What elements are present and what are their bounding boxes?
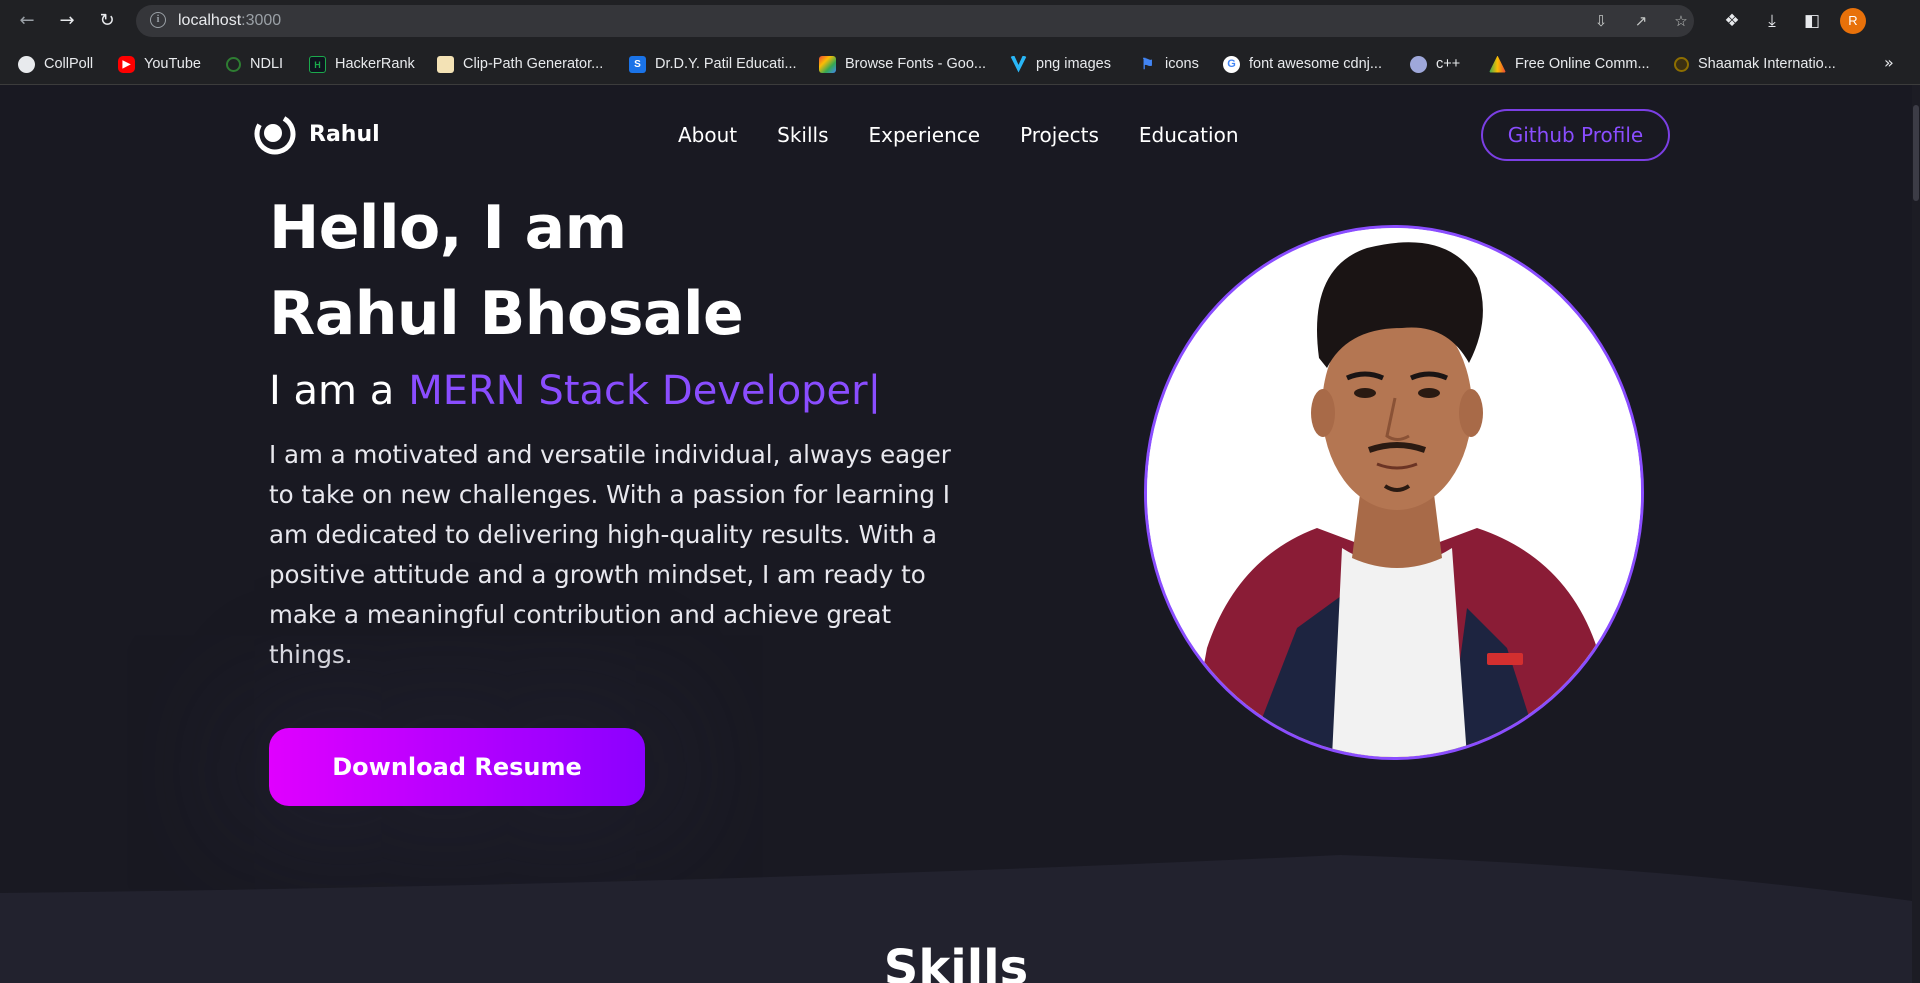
bookmark-label: CollPoll	[44, 56, 94, 72]
bookmark-item[interactable]: png images	[1010, 52, 1111, 76]
download-resume-button[interactable]: Download Resume	[269, 728, 645, 806]
hackerrank-icon: H	[309, 55, 326, 73]
extensions-puzzle-icon[interactable]: ❖	[1721, 10, 1743, 32]
google-fonts-icon	[819, 55, 836, 73]
drive-icon	[1489, 55, 1506, 73]
role-prefix: I am a	[269, 368, 395, 414]
bookmark-star-icon[interactable]: ☆	[1671, 11, 1691, 31]
nav-skills[interactable]: Skills	[777, 123, 828, 147]
flag-icon: ⚑	[1140, 55, 1155, 73]
main-nav: About Skills Experience Projects Educati…	[678, 123, 1239, 147]
nav-about[interactable]: About	[678, 123, 737, 147]
bookmark-item[interactable]: Clip-Path Generator...	[437, 52, 603, 76]
clippath-icon	[437, 55, 454, 73]
logo-text: Rahul	[309, 121, 380, 147]
bookmark-item[interactable]: Browse Fonts - Goo...	[819, 52, 986, 76]
browser-toolbar: ← → ↻ i localhost:3000 ⇩ ↗ ☆ ❖ ⤓ ◧ R	[0, 0, 1920, 43]
site-header: Rahul About Skills Experience Projects E…	[0, 85, 1912, 181]
share-icon[interactable]: ↗	[1631, 11, 1651, 31]
hero-title: Hello, I am Rahul Bhosale	[269, 185, 744, 357]
bookmark-label: HackerRank	[335, 56, 415, 72]
bookmarks-bar: CollPoll ▶ YouTube NDLI H HackerRank Clip-…	[0, 43, 1920, 85]
profile-photo	[1144, 225, 1644, 760]
bookmark-label: icons	[1165, 56, 1199, 72]
hero-title-line1: Hello, I am	[269, 193, 627, 263]
forward-arrow-icon[interactable]: →	[54, 8, 80, 34]
more-bookmarks-icon[interactable]: »	[1884, 53, 1894, 72]
cpp-icon	[1410, 55, 1427, 73]
downloads-icon[interactable]: ⤓	[1761, 10, 1783, 32]
hero-role-line: I am a MERN Stack Developer|	[269, 368, 881, 414]
bookmark-label: Shaamak Internatio...	[1698, 56, 1836, 72]
bookmark-item[interactable]: Gfont awesome cdnj...	[1223, 52, 1382, 76]
hero-bio: I am a motivated and versatile individua…	[269, 440, 951, 669]
site-info-icon[interactable]: i	[150, 12, 166, 28]
role-typewriter: MERN Stack Developer	[408, 368, 868, 414]
google-icon: G	[1223, 55, 1240, 73]
portfolio-page: Rahul About Skills Experience Projects E…	[0, 85, 1920, 983]
shaamak-icon	[1674, 56, 1689, 72]
bookmark-label: Clip-Path Generator...	[463, 56, 604, 72]
url-port: :3000	[241, 12, 282, 29]
skills-section-title: Skills	[883, 940, 1029, 983]
bookmark-label: Dr.D.Y. Patil Educati...	[655, 56, 797, 72]
bookmark-item[interactable]: Shaamak Internatio...	[1674, 52, 1836, 76]
bookmark-item[interactable]: NDLI	[226, 52, 283, 76]
bookmark-item[interactable]: Free Online Comm...	[1489, 52, 1650, 76]
install-app-icon[interactable]: ⇩	[1591, 11, 1611, 31]
reload-icon[interactable]: ↻	[94, 8, 120, 34]
page-scrollbar[interactable]	[1912, 85, 1920, 983]
s-icon: S	[629, 55, 646, 73]
site-logo[interactable]: Rahul	[253, 112, 380, 156]
bookmark-label: NDLI	[250, 56, 284, 72]
bookmark-item[interactable]: S Dr.D.Y. Patil Educati...	[629, 52, 797, 76]
bookmark-label: Free Online Comm...	[1515, 56, 1650, 72]
ndli-icon	[226, 56, 241, 72]
side-panel-icon[interactable]: ◧	[1801, 10, 1823, 32]
bookmark-label: c++	[1436, 56, 1461, 72]
bookmark-label: YouTube	[144, 56, 201, 72]
bookmark-item[interactable]: ⚑ icons	[1139, 52, 1199, 76]
bookmark-item[interactable]: c++	[1410, 52, 1460, 76]
bookmark-item[interactable]: ▶ YouTube	[118, 52, 201, 76]
nav-education[interactable]: Education	[1139, 123, 1239, 147]
address-url[interactable]: localhost:3000	[178, 12, 281, 30]
scrollbar-thumb[interactable]	[1913, 105, 1919, 201]
bookmark-label: Browse Fonts - Goo...	[845, 56, 987, 72]
hero-title-line2: Rahul Bhosale	[269, 279, 744, 349]
bookmark-item[interactable]: H HackerRank	[309, 52, 415, 76]
typing-caret: |	[867, 368, 882, 414]
back-arrow-icon[interactable]: ←	[14, 8, 40, 34]
url-host: localhost	[178, 12, 242, 29]
bookmark-label: font awesome cdnj...	[1249, 56, 1382, 72]
logo-ring-icon	[253, 112, 297, 156]
nav-projects[interactable]: Projects	[1020, 123, 1099, 147]
globe-icon	[18, 55, 35, 73]
github-profile-button[interactable]: Github Profile	[1481, 109, 1670, 161]
png-icon	[1010, 55, 1027, 73]
address-bar[interactable]: i localhost:3000 ⇩ ↗ ☆	[136, 5, 1694, 37]
youtube-icon: ▶	[118, 55, 135, 73]
profile-avatar[interactable]: R	[1840, 8, 1866, 34]
nav-experience[interactable]: Experience	[869, 123, 981, 147]
bookmark-item[interactable]: CollPoll	[18, 52, 93, 76]
bookmark-label: png images	[1036, 56, 1111, 72]
